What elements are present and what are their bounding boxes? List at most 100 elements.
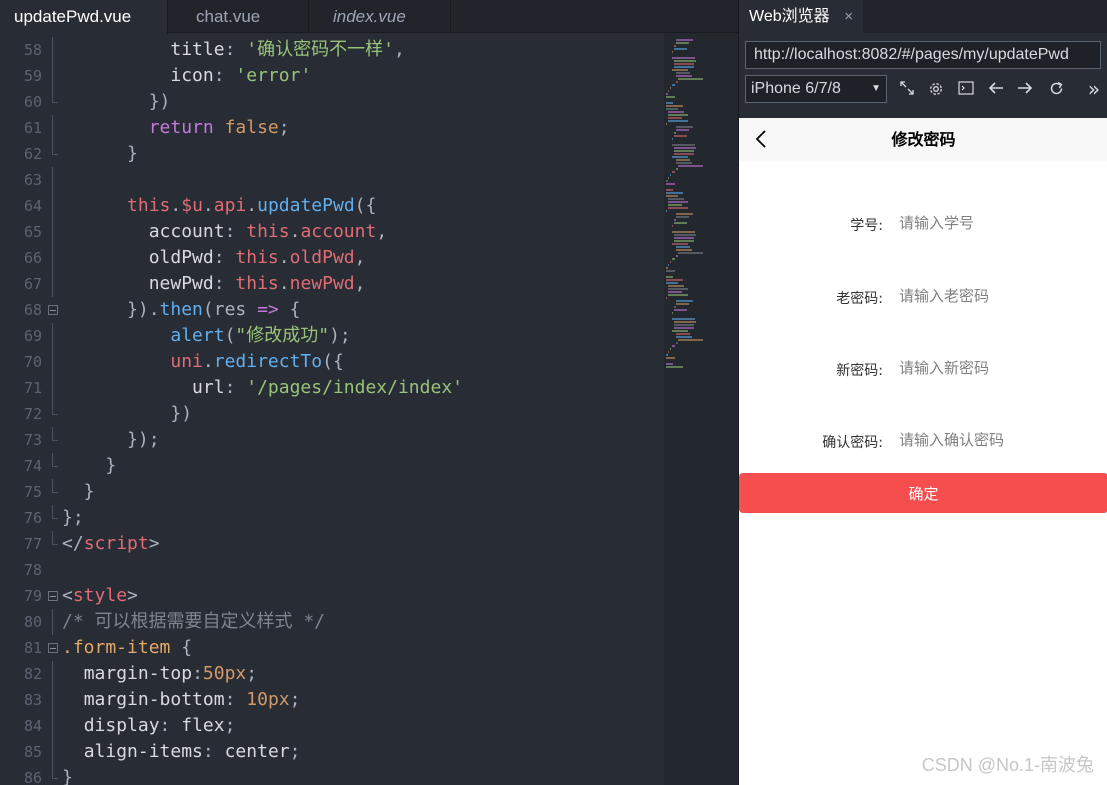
account-input[interactable]: [899, 211, 1089, 235]
refresh-icon[interactable]: [1045, 78, 1067, 100]
editor-tab-bar: updatePwd.vue chat.vue index.vue: [0, 0, 738, 34]
close-icon[interactable]: ×: [844, 0, 853, 33]
fold-guide: [48, 531, 58, 549]
code-token: ,: [354, 273, 366, 294]
code-token: =>: [257, 299, 279, 320]
line-number: 79: [23, 587, 42, 605]
minimap-line: [676, 336, 692, 338]
code-token: this: [246, 221, 290, 242]
more-tools-icon[interactable]: »: [1083, 78, 1105, 100]
code-line[interactable]: 72 }): [0, 401, 664, 427]
code-line[interactable]: 79 <style>: [0, 583, 664, 609]
code-line[interactable]: 58 title: '确认密码不一样',: [0, 37, 664, 63]
fold-guide: [48, 453, 58, 471]
code-line[interactable]: 74 }: [0, 453, 664, 479]
code-line[interactable]: 85 align-items: center;: [0, 739, 664, 765]
code-line[interactable]: 68 }).then(res => {: [0, 297, 664, 323]
minimap-line: [676, 81, 678, 83]
code-line[interactable]: 69 alert("修改成功");: [0, 323, 664, 349]
confirm-password-label: 确认密码:: [822, 435, 883, 451]
back-chevron-icon[interactable]: [751, 128, 773, 150]
code-line[interactable]: 86}: [0, 765, 664, 785]
minimap-line: [672, 330, 688, 332]
minimap-line: [678, 165, 703, 167]
code-token: oldPwd: [148, 247, 214, 268]
line-number: 78: [23, 561, 42, 579]
code-token: .: [278, 247, 290, 268]
code-line[interactable]: 71 url: '/pages/index/index': [0, 375, 664, 401]
url-bar[interactable]: http://localhost:8082/#/pages/my/updateP…: [745, 41, 1101, 69]
minimap-line: [676, 300, 693, 302]
screenshot-icon[interactable]: [896, 78, 918, 100]
tab-index-vue[interactable]: index.vue: [309, 0, 451, 33]
code-line[interactable]: 75 }: [0, 479, 664, 505]
tab-web-browser[interactable]: Web浏览器 ×: [739, 0, 863, 34]
minimap[interactable]: [664, 33, 738, 785]
code-token: }: [62, 767, 73, 785]
device-select[interactable]: iPhone 6/7/8 ▼: [745, 75, 887, 103]
forward-arrow-icon[interactable]: [1014, 78, 1036, 100]
confirm-button[interactable]: 确定: [739, 473, 1107, 513]
fold-toggle-icon[interactable]: [48, 305, 58, 315]
new-password-input[interactable]: [899, 356, 1089, 380]
old-password-label: 老密码:: [836, 291, 883, 307]
code-token: :: [224, 39, 247, 60]
fold-toggle-icon[interactable]: [48, 591, 58, 601]
code-line[interactable]: 61 return false;: [0, 115, 664, 141]
line-number: 80: [23, 613, 42, 631]
minimap-line: [666, 282, 678, 284]
code-line[interactable]: 76};: [0, 505, 664, 531]
minimap-line: [672, 258, 675, 260]
code-line[interactable]: 81 .form-item {: [0, 635, 664, 661]
code-line[interactable]: 67 newPwd: this.newPwd,: [0, 271, 664, 297]
fold-toggle-icon[interactable]: [48, 643, 58, 653]
fold-guide: [48, 349, 58, 375]
minimap-line: [666, 366, 683, 368]
code-token: :: [213, 273, 236, 294]
back-arrow-icon[interactable]: [985, 78, 1007, 100]
fold-guide: [48, 427, 58, 445]
minimap-line: [678, 339, 703, 341]
code-text: oldPwd: this.oldPwd,: [62, 245, 366, 271]
code-line[interactable]: 83 margin-bottom: 10px;: [0, 687, 664, 713]
tab-chat-vue[interactable]: chat.vue: [168, 0, 309, 33]
code-line[interactable]: 65 account: this.account,: [0, 219, 664, 245]
code-line[interactable]: 73 });: [0, 427, 664, 453]
code-token: account: [148, 221, 225, 242]
minimap-line: [668, 351, 669, 353]
code-token: }: [62, 481, 95, 502]
minimap-line: [674, 48, 687, 50]
minimap-line: [674, 321, 696, 323]
code-line[interactable]: 62 }: [0, 141, 664, 167]
code-line[interactable]: 84 display: flex;: [0, 713, 664, 739]
code-line[interactable]: 82 margin-top:50px;: [0, 661, 664, 687]
code-line[interactable]: 60 }): [0, 89, 664, 115]
minimap-line: [674, 66, 694, 68]
tab-web-browser-label: Web浏览器: [749, 8, 830, 25]
minimap-line: [674, 327, 694, 329]
code-text: this.$u.api.updatePwd({: [62, 193, 376, 219]
code-text: }: [62, 453, 116, 479]
code-area[interactable]: 58 title: '确认密码不一样', 59 icon: 'error' 60 }…: [0, 37, 664, 785]
console-icon[interactable]: [955, 78, 977, 100]
minimap-line: [672, 57, 695, 59]
fold-guide: [48, 609, 58, 635]
code-line[interactable]: 63: [0, 167, 664, 193]
old-password-input[interactable]: [899, 284, 1089, 308]
code-line[interactable]: 80 /* 可以根据需要自定义样式 */: [0, 609, 664, 635]
settings-gear-icon[interactable]: [925, 78, 947, 100]
code-line[interactable]: 70 uni.redirectTo({: [0, 349, 664, 375]
confirm-password-input[interactable]: [899, 428, 1089, 452]
code-text: title: '确认密码不一样',: [62, 37, 404, 63]
line-number: 71: [23, 379, 42, 397]
code-line[interactable]: 77 </script>: [0, 531, 664, 557]
minimap-line: [668, 177, 669, 179]
code-line[interactable]: 64 this.$u.api.updatePwd({: [0, 193, 664, 219]
code-token: ({: [354, 195, 377, 216]
code-line[interactable]: 78: [0, 557, 664, 583]
code-line[interactable]: 59 icon: 'error': [0, 63, 664, 89]
code-editor[interactable]: updatePwd.vue chat.vue index.vue 58 titl…: [0, 0, 738, 785]
code-line[interactable]: 66 oldPwd: this.oldPwd,: [0, 245, 664, 271]
tab-updatepwd-vue[interactable]: updatePwd.vue: [0, 0, 168, 34]
